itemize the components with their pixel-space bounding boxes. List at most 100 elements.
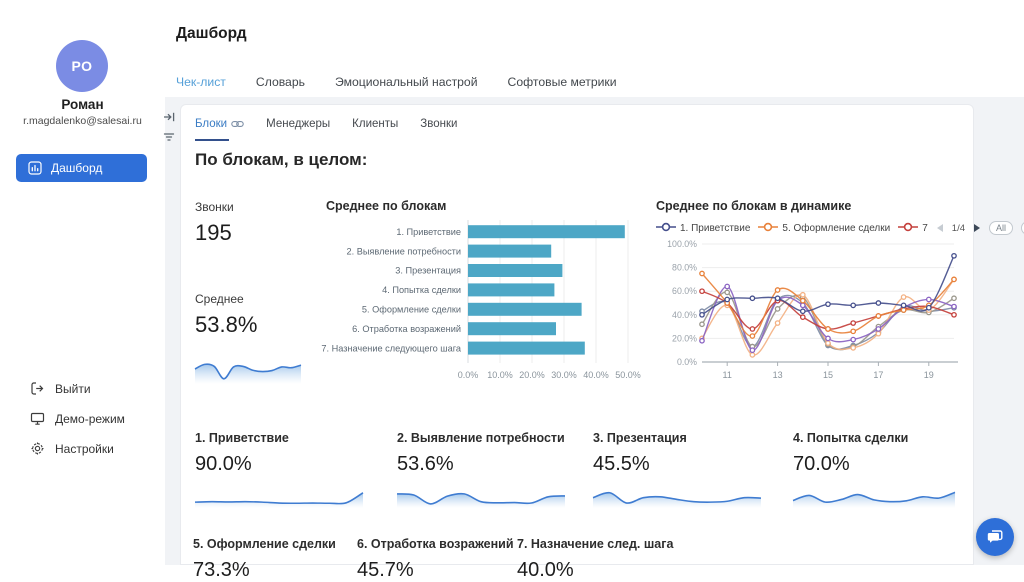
svg-text:2. Выявление потребности: 2. Выявление потребности — [346, 246, 461, 256]
svg-text:20.0%: 20.0% — [519, 370, 545, 380]
block-card-1: 1. Приветствие 90.0% — [195, 431, 365, 513]
svg-text:7. Назначение следующего шага: 7. Назначение следующего шага — [321, 343, 462, 353]
average-sparkline — [195, 354, 315, 389]
sidebar: РО Роман r.magdalenko@salesai.ru Дашборд… — [0, 0, 165, 565]
section-heading: По блокам, в целом: — [195, 150, 367, 170]
sidebar-item-demo-mode[interactable]: Демо-режим — [30, 411, 125, 426]
user-name: Роман — [0, 97, 165, 112]
active-tab-underline — [195, 139, 229, 141]
svg-text:13: 13 — [773, 370, 783, 380]
svg-text:50.0%: 50.0% — [615, 370, 641, 380]
sidebar-item-label: Дашборд — [51, 161, 102, 175]
average-label: Среднее — [195, 292, 315, 306]
block-card-3: 3. Презентация 45.5% — [593, 431, 763, 513]
svg-text:15: 15 — [823, 370, 833, 380]
avatar: РО — [56, 40, 108, 92]
line-chart: 0.0%20.0%40.0%60.0%80.0%100.0%1113151719 — [656, 238, 974, 395]
legend-item[interactable]: 5. Оформление сделки — [758, 219, 890, 237]
block-card-label: 6. Отработка возражений — [357, 537, 527, 551]
legend-label: 5. Оформление сделки — [782, 223, 890, 234]
legend-marker-icon — [898, 219, 918, 237]
chevron-left-icon — [937, 224, 943, 232]
svg-text:0.0%: 0.0% — [677, 357, 697, 367]
chat-widget-button[interactable] — [976, 518, 1014, 556]
tab-blocks[interactable]: Блоки — [195, 118, 244, 130]
block-card-sparkline — [397, 482, 567, 513]
link-icon — [231, 120, 244, 128]
svg-text:40.0%: 40.0% — [583, 370, 609, 380]
chat-icon — [985, 527, 1005, 547]
collapse-panel-button[interactable] — [163, 111, 175, 123]
sidebar-item-logout[interactable]: Выйти — [30, 381, 91, 396]
bar-chart-block: Среднее по блокам 0.0%10.0%20.0%30.0%40.… — [326, 199, 638, 392]
legend-prev-page-button[interactable] — [936, 224, 944, 232]
legend-marker-icon — [656, 219, 676, 237]
block-card-sparkline — [195, 482, 365, 513]
legend-all-button[interactable]: All — [989, 221, 1013, 235]
block-card-label: 1. Приветствие — [195, 431, 365, 445]
block-card-6: 6. Отработка возражений 45.7% — [357, 537, 527, 582]
chevron-right-icon — [974, 224, 980, 232]
bar-chart-icon — [28, 161, 42, 175]
block-card-5: 5. Оформление сделки 73.3% — [193, 537, 363, 582]
block-card-value: 70.0% — [793, 453, 963, 476]
legend-item[interactable]: 7 — [898, 219, 928, 237]
svg-text:0.0%: 0.0% — [458, 370, 479, 380]
legend-label: 7 — [922, 223, 928, 234]
legend-item[interactable]: 1. Приветствие — [656, 219, 750, 237]
avatar-initials: РО — [71, 58, 92, 74]
svg-text:3. Презентация: 3. Презентация — [395, 266, 461, 276]
block-card-label: 4. Попытка сделки — [793, 431, 963, 445]
bar-chart: 0.0%10.0%20.0%30.0%40.0%50.0%1. Приветст… — [326, 217, 638, 392]
sidebar-item-label: Выйти — [55, 382, 91, 396]
line-chart-block: Среднее по блокам в динамике 1. Приветст… — [656, 199, 974, 395]
stats-column: Звонки 195 Среднее 53.8% — [195, 200, 315, 389]
block-card-label: 5. Оформление сделки — [193, 537, 363, 551]
calls-value: 195 — [195, 220, 315, 246]
tab-calls[interactable]: Звонки — [420, 118, 457, 130]
block-card-sparkline — [593, 482, 763, 513]
block-card-sparkline — [793, 482, 963, 513]
svg-text:4. Попытка сделки: 4. Попытка сделки — [382, 285, 461, 295]
block-card-label: 2. Выявление потребности — [397, 431, 567, 445]
block-card-2: 2. Выявление потребности 53.6% — [397, 431, 567, 513]
svg-text:6. Отработка возражений: 6. Отработка возражений — [352, 324, 461, 334]
filter-icon — [163, 131, 175, 143]
svg-text:17: 17 — [873, 370, 883, 380]
sidebar-item-settings[interactable]: Настройки — [30, 441, 114, 456]
block-card-7: 7. Назначение след. шага 40.0% — [517, 537, 687, 582]
block-card-value: 73.3% — [193, 559, 363, 582]
average-value: 53.8% — [195, 312, 315, 338]
filter-button[interactable] — [163, 131, 175, 143]
svg-text:11: 11 — [723, 370, 732, 380]
monitor-icon — [30, 411, 45, 426]
legend-marker-icon — [758, 219, 778, 237]
block-card-value: 45.7% — [357, 559, 527, 582]
svg-text:60.0%: 60.0% — [672, 286, 697, 296]
block-card-label: 7. Назначение след. шага — [517, 537, 687, 551]
tab-managers[interactable]: Менеджеры — [266, 118, 330, 130]
tab-clients[interactable]: Клиенты — [352, 118, 398, 130]
block-card-value: 90.0% — [195, 453, 365, 476]
calls-label: Звонки — [195, 200, 315, 214]
svg-text:1. Приветствие: 1. Приветствие — [396, 227, 461, 237]
svg-text:20.0%: 20.0% — [672, 333, 697, 343]
legend-next-page-button[interactable] — [973, 224, 981, 232]
logout-icon — [30, 381, 45, 396]
line-chart-title: Среднее по блокам в динамике — [656, 199, 974, 213]
gear-icon — [30, 441, 45, 456]
sidebar-item-label: Настройки — [55, 442, 114, 456]
tab-label: Блоки — [195, 118, 227, 130]
legend-page-indicator: 1/4 — [952, 223, 965, 234]
svg-text:100.0%: 100.0% — [667, 239, 697, 249]
svg-text:80.0%: 80.0% — [672, 263, 697, 273]
collapse-icon — [163, 111, 175, 123]
panel-tabs: Блоки Менеджеры Клиенты Звонки — [195, 118, 457, 130]
svg-text:19: 19 — [924, 370, 934, 380]
legend-label: 1. Приветствие — [680, 223, 750, 234]
sidebar-item-label: Демо-режим — [55, 412, 125, 426]
block-card-label: 3. Презентация — [593, 431, 763, 445]
block-card-4: 4. Попытка сделки 70.0% — [793, 431, 963, 513]
sidebar-item-dashboard[interactable]: Дашборд — [16, 154, 147, 182]
svg-text:10.0%: 10.0% — [487, 370, 513, 380]
